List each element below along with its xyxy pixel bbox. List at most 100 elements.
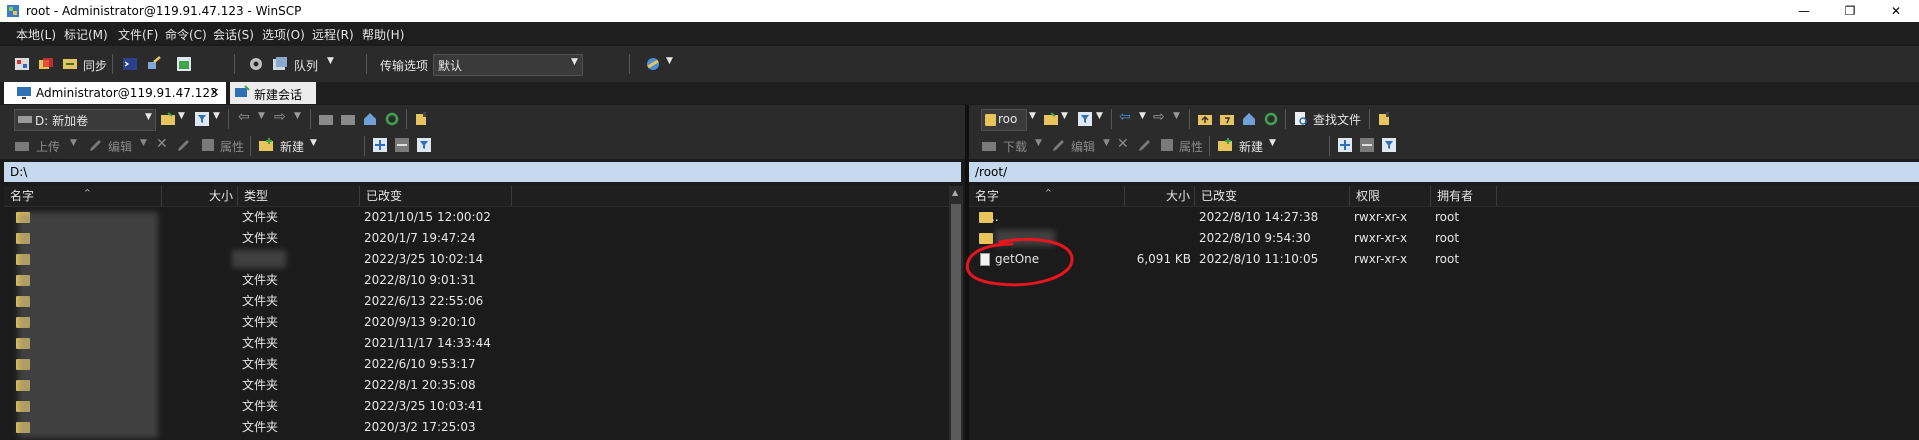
column-header-type[interactable]: 类型 <box>238 186 360 206</box>
scroll-up-icon[interactable]: ▲ <box>952 188 958 197</box>
home-icon[interactable] <box>362 111 378 127</box>
parent-directory-icon[interactable] <box>318 111 334 127</box>
chevron-down-icon[interactable]: ▼ <box>1096 111 1103 121</box>
column-header-name[interactable]: 名字 <box>4 186 162 206</box>
download-button[interactable]: 下载 <box>1003 138 1027 155</box>
unselect-all-icon[interactable] <box>394 137 410 153</box>
delete-icon[interactable]: ✕ <box>156 136 168 152</box>
filter-icon[interactable] <box>194 111 210 127</box>
chevron-down-icon[interactable]: ▼ <box>294 111 301 121</box>
table-row[interactable]: getOne 6,091 KB 2022/8/10 11:10:05 rwxr-… <box>969 249 1919 270</box>
preferences-dropdown-icon[interactable]: ▼ <box>666 56 673 66</box>
close-tab-icon[interactable]: ✕ <box>210 86 219 99</box>
local-browser-icon[interactable] <box>14 56 30 72</box>
synchronize-icon[interactable] <box>62 56 78 72</box>
root-directory-icon[interactable] <box>1219 111 1235 127</box>
upload-button[interactable]: 上传 <box>36 138 60 155</box>
rename-icon[interactable] <box>176 137 192 153</box>
table-row[interactable]: 2022/8/10 9:54:30 rwxr-xr-x root <box>969 228 1919 249</box>
chevron-down-icon[interactable]: ▼ <box>213 111 220 121</box>
menu-options[interactable]: 选项(O) <box>262 26 305 43</box>
edit-icon[interactable] <box>88 137 104 153</box>
menu-remote[interactable]: 远程(R) <box>312 26 354 43</box>
console-icon[interactable] <box>122 56 138 72</box>
minimize-button[interactable]: — <box>1781 0 1827 22</box>
edit-button[interactable]: 编辑 <box>1071 138 1095 155</box>
close-button[interactable]: ✕ <box>1873 0 1919 22</box>
preferences-icon[interactable] <box>645 56 661 72</box>
transfer-options-select[interactable]: 默认 ▼ <box>433 54 583 76</box>
chevron-down-icon[interactable]: ▼ <box>1061 111 1068 121</box>
queue-label[interactable]: 队列 <box>294 57 318 74</box>
menu-mark[interactable]: 标记(M) <box>64 26 108 43</box>
bookmark-icon[interactable] <box>414 111 430 127</box>
column-header-size[interactable]: 大小 <box>162 186 238 206</box>
find-files-icon[interactable] <box>1293 111 1309 127</box>
chevron-down-icon[interactable]: ▼ <box>1173 111 1180 121</box>
edit-button[interactable]: 编辑 <box>108 138 132 155</box>
chevron-down-icon[interactable]: ▼ <box>1029 111 1036 121</box>
queue-dropdown-icon[interactable]: ▼ <box>327 56 334 66</box>
chevron-down-icon[interactable]: ▼ <box>258 111 265 121</box>
menu-command[interactable]: 命令(C) <box>165 26 207 43</box>
unselect-all-icon[interactable] <box>1359 137 1375 153</box>
menu-local[interactable]: 本地(L) <box>16 26 56 43</box>
refresh-icon[interactable] <box>1263 111 1279 127</box>
column-header-owner[interactable]: 拥有者 <box>1431 186 1497 206</box>
putty-icon[interactable] <box>146 56 162 72</box>
new-window-icon[interactable] <box>176 56 192 72</box>
table-row[interactable]: .. 2022/8/10 14:27:38 rwxr-xr-x root <box>969 207 1919 228</box>
open-folder-icon[interactable] <box>160 111 176 127</box>
select-all-icon[interactable] <box>372 137 388 153</box>
column-header-rights[interactable]: 权限 <box>1350 186 1431 206</box>
rename-icon[interactable] <box>1137 137 1153 153</box>
filter-icon[interactable] <box>1381 137 1397 153</box>
new-button[interactable]: 新建 <box>280 138 304 155</box>
new-folder-icon[interactable] <box>258 137 274 153</box>
properties-icon[interactable] <box>1159 137 1175 153</box>
refresh-icon[interactable] <box>384 111 400 127</box>
column-header-size[interactable]: 大小 <box>1125 186 1195 206</box>
open-folder-icon[interactable] <box>1043 111 1059 127</box>
left-path-bar[interactable]: D:\ <box>4 162 961 182</box>
menu-session[interactable]: 会话(S) <box>213 26 254 43</box>
gear-icon[interactable] <box>248 56 264 72</box>
new-folder-icon[interactable] <box>1217 137 1233 153</box>
find-files-button[interactable]: 查找文件 <box>1313 111 1361 128</box>
menu-help[interactable]: 帮助(H) <box>362 26 404 43</box>
upload-icon[interactable] <box>14 137 30 153</box>
chevron-down-icon[interactable]: ▼ <box>1103 138 1110 148</box>
filter-icon[interactable] <box>416 137 432 153</box>
drive-select[interactable]: D: 新加卷 ▼ <box>14 109 156 131</box>
remote-directory-select[interactable]: roo <box>981 109 1027 131</box>
menu-file[interactable]: 文件(F) <box>118 26 158 43</box>
chevron-down-icon[interactable]: ▼ <box>178 111 185 121</box>
forward-arrow-icon[interactable]: ⇨ <box>274 109 286 125</box>
filter-icon[interactable] <box>1077 111 1093 127</box>
maximize-button[interactable]: ❐ <box>1827 0 1873 22</box>
chevron-down-icon[interactable]: ▼ <box>140 138 147 148</box>
select-all-icon[interactable] <box>1337 137 1353 153</box>
chevron-down-icon[interactable]: ▼ <box>310 138 317 148</box>
chevron-down-icon[interactable]: ▼ <box>70 138 77 148</box>
home-icon[interactable] <box>1241 111 1257 127</box>
queue-icon[interactable] <box>272 56 288 72</box>
parent-directory-icon[interactable] <box>1197 111 1213 127</box>
column-header-modified[interactable]: 已改变 <box>360 186 512 206</box>
forward-arrow-icon[interactable]: ⇨ <box>1153 109 1165 125</box>
back-arrow-icon[interactable]: ⇦ <box>238 109 250 125</box>
download-icon[interactable] <box>981 137 997 153</box>
properties-icon[interactable] <box>200 137 216 153</box>
column-header-modified[interactable]: 已改变 <box>1195 186 1350 206</box>
sync-browse-icon[interactable] <box>38 56 54 72</box>
edit-icon[interactable] <box>1051 137 1067 153</box>
bookmark-icon[interactable] <box>1377 111 1393 127</box>
properties-button[interactable]: 属性 <box>220 138 244 155</box>
tab-new-session[interactable]: 新建会话 <box>230 82 316 104</box>
chevron-down-icon[interactable]: ▼ <box>1139 111 1146 121</box>
chevron-down-icon[interactable]: ▼ <box>1269 138 1276 148</box>
root-directory-icon[interactable] <box>340 111 356 127</box>
chevron-down-icon[interactable]: ▼ <box>1035 138 1042 148</box>
sync-label[interactable]: 同步 <box>83 57 107 74</box>
tab-session-active[interactable]: Administrator@119.91.47.123 ✕ <box>4 82 226 104</box>
